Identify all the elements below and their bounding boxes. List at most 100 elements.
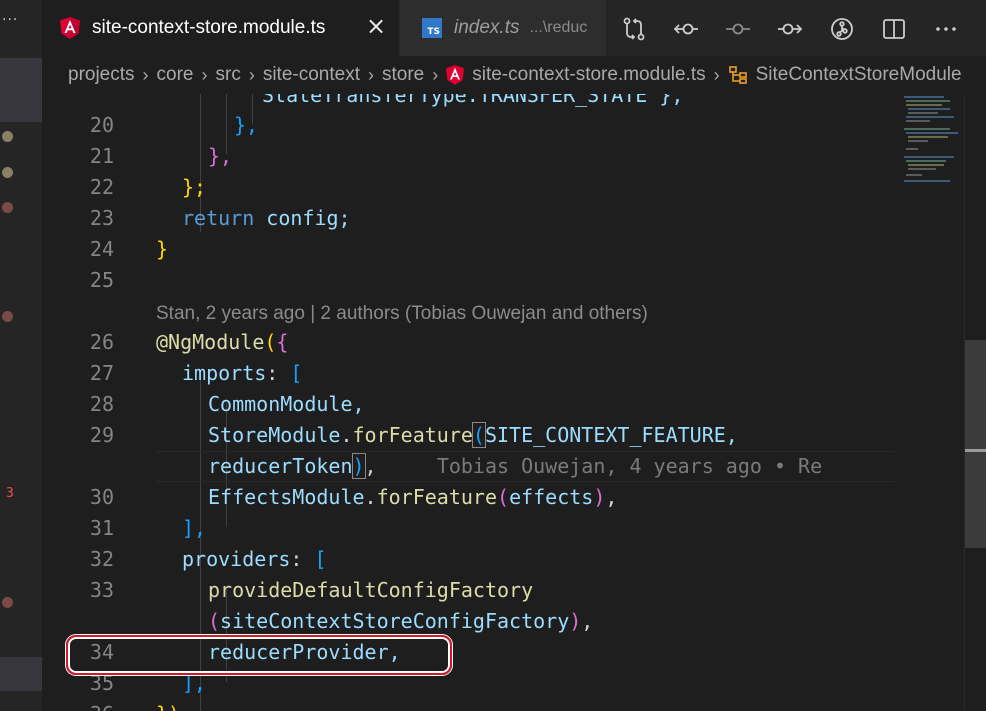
code-token: providers bbox=[182, 547, 291, 571]
minimap-line bbox=[908, 108, 950, 110]
code-token: siteContextStoreConfigFactory bbox=[220, 609, 570, 633]
angular-icon bbox=[60, 17, 80, 39]
code-token: StateTransferType.TRANSFER_STATE }, bbox=[262, 94, 684, 107]
code-token: StoreModule bbox=[208, 423, 341, 447]
minimap-line bbox=[906, 148, 918, 150]
minimap-line bbox=[908, 168, 936, 170]
code-token: { bbox=[276, 330, 289, 354]
codelens[interactable]: Stan, 2 years ago | 2 authors (Tobias Ou… bbox=[42, 298, 894, 329]
line-number: 20 bbox=[89, 113, 114, 137]
line-number: 28 bbox=[89, 392, 114, 416]
breadcrumb-item[interactable]: core bbox=[157, 64, 194, 86]
minimap-line bbox=[906, 100, 950, 102]
code-token: ( bbox=[264, 330, 277, 354]
close-icon[interactable]: × bbox=[366, 14, 386, 38]
problem-count: 3 bbox=[6, 486, 14, 501]
code-token: [ bbox=[290, 361, 303, 385]
minimap-line bbox=[906, 174, 922, 176]
breadcrumb-item[interactable]: projects bbox=[68, 64, 135, 86]
line-number: 27 bbox=[89, 361, 114, 385]
split-editor-icon[interactable] bbox=[877, 14, 929, 42]
inline-blame bbox=[377, 454, 437, 478]
scrollbar-thumb[interactable] bbox=[965, 340, 986, 548]
code-line: 28 CommonModule, bbox=[42, 389, 894, 420]
selected-item[interactable] bbox=[0, 58, 42, 122]
code-token: , bbox=[581, 609, 594, 633]
code-line-wrapped: reducerToken), Tobias Ouwejan, 4 years a… bbox=[42, 451, 894, 482]
line-number: 24 bbox=[89, 237, 114, 261]
highlight-annotation bbox=[66, 635, 452, 675]
code-line: StateTransferType.TRANSFER_STATE }, bbox=[42, 94, 894, 111]
code-token: ) bbox=[593, 485, 606, 509]
code-token: }) bbox=[156, 702, 180, 711]
breadcrumb: projects › core › src › site-context › s… bbox=[42, 56, 986, 94]
minimap-line bbox=[908, 164, 944, 166]
minimap-line bbox=[904, 180, 950, 182]
line-number: 31 bbox=[89, 516, 114, 540]
selected-item[interactable] bbox=[0, 657, 42, 691]
code-line: 23 return config; bbox=[42, 203, 894, 234]
minimap-line bbox=[904, 96, 944, 98]
code-line: 27 imports: [ bbox=[42, 358, 894, 389]
side-panel-strip: ··· 3 bbox=[0, 0, 42, 711]
breadcrumb-item[interactable]: store bbox=[382, 64, 424, 86]
code-token: CommonModule, bbox=[208, 392, 365, 416]
minimap-line bbox=[908, 112, 938, 114]
breadcrumb-item[interactable]: SiteContextStoreModule bbox=[756, 64, 962, 86]
go-back-change-icon[interactable] bbox=[669, 14, 721, 42]
line-number: 30 bbox=[89, 485, 114, 509]
code-token: effects bbox=[509, 485, 594, 509]
line-number: 25 bbox=[89, 268, 114, 292]
code-token: , bbox=[605, 485, 618, 509]
line-number: 26 bbox=[89, 330, 114, 354]
tab-bar: site-context-store.module.ts × TS index.… bbox=[42, 0, 986, 56]
minimap-line bbox=[906, 160, 946, 162]
tab-description: ...\reduc bbox=[529, 19, 588, 36]
code-token: } bbox=[156, 237, 169, 261]
source-control-compare-icon[interactable] bbox=[617, 14, 669, 42]
git-commit-icon[interactable] bbox=[721, 14, 773, 42]
tab-label: site-context-store.module.ts bbox=[92, 17, 326, 38]
line-number: 29 bbox=[89, 423, 114, 447]
code-editor[interactable]: StateTransferType.TRANSFER_STATE }, 20 }… bbox=[42, 94, 894, 711]
breadcrumb-item[interactable]: site-context-store.module.ts bbox=[472, 64, 705, 86]
scrollbar-cursor-marker bbox=[965, 449, 986, 452]
git-blame-annotation[interactable]: Stan, 2 years ago | 2 authors (Tobias Ou… bbox=[156, 298, 648, 329]
chevron-right-icon: › bbox=[142, 64, 149, 85]
code-token: reducerToken bbox=[208, 454, 353, 478]
code-token: ( bbox=[497, 485, 510, 509]
more-actions-icon[interactable] bbox=[929, 14, 981, 42]
code-token: : bbox=[266, 361, 291, 385]
line-number: 23 bbox=[89, 206, 114, 230]
editor-toolbar bbox=[617, 14, 981, 42]
code-line: 25 bbox=[42, 265, 894, 296]
timeline-icon[interactable] bbox=[825, 14, 877, 42]
code-token: . bbox=[364, 485, 377, 509]
tab-site-context-store-module[interactable]: site-context-store.module.ts × bbox=[42, 0, 398, 56]
chevron-right-icon: › bbox=[432, 64, 439, 85]
more-icon[interactable]: ··· bbox=[2, 12, 18, 28]
code-line-wrapped: (siteContextStoreConfigFactory), bbox=[42, 606, 894, 637]
line-number: 22 bbox=[89, 175, 114, 199]
code-token: }; bbox=[182, 175, 207, 199]
code-token: forFeature bbox=[352, 423, 473, 447]
bracket-match: ) bbox=[351, 453, 366, 479]
code-token: ) bbox=[569, 609, 582, 633]
minimap-line bbox=[906, 116, 954, 118]
modified-dot-icon bbox=[2, 131, 13, 142]
code-token: imports bbox=[182, 361, 267, 385]
breadcrumb-item[interactable]: src bbox=[216, 64, 241, 86]
code-token: . bbox=[340, 423, 353, 447]
modified-dot-icon bbox=[2, 167, 13, 178]
tab-index-ts[interactable]: TS index.ts ...\reduc bbox=[400, 0, 606, 56]
code-line: 33 provideDefaultConfigFactory bbox=[42, 575, 894, 606]
minimap-line bbox=[906, 120, 930, 122]
code-token: return bbox=[182, 206, 255, 230]
class-symbol-icon bbox=[728, 66, 747, 84]
go-forward-change-icon[interactable] bbox=[773, 14, 825, 42]
angular-icon bbox=[446, 65, 465, 85]
breadcrumb-item[interactable]: site-context bbox=[263, 64, 360, 86]
code-token: forFeature bbox=[376, 485, 498, 509]
code-token: , bbox=[364, 454, 377, 478]
vertical-scrollbar[interactable] bbox=[964, 94, 986, 711]
